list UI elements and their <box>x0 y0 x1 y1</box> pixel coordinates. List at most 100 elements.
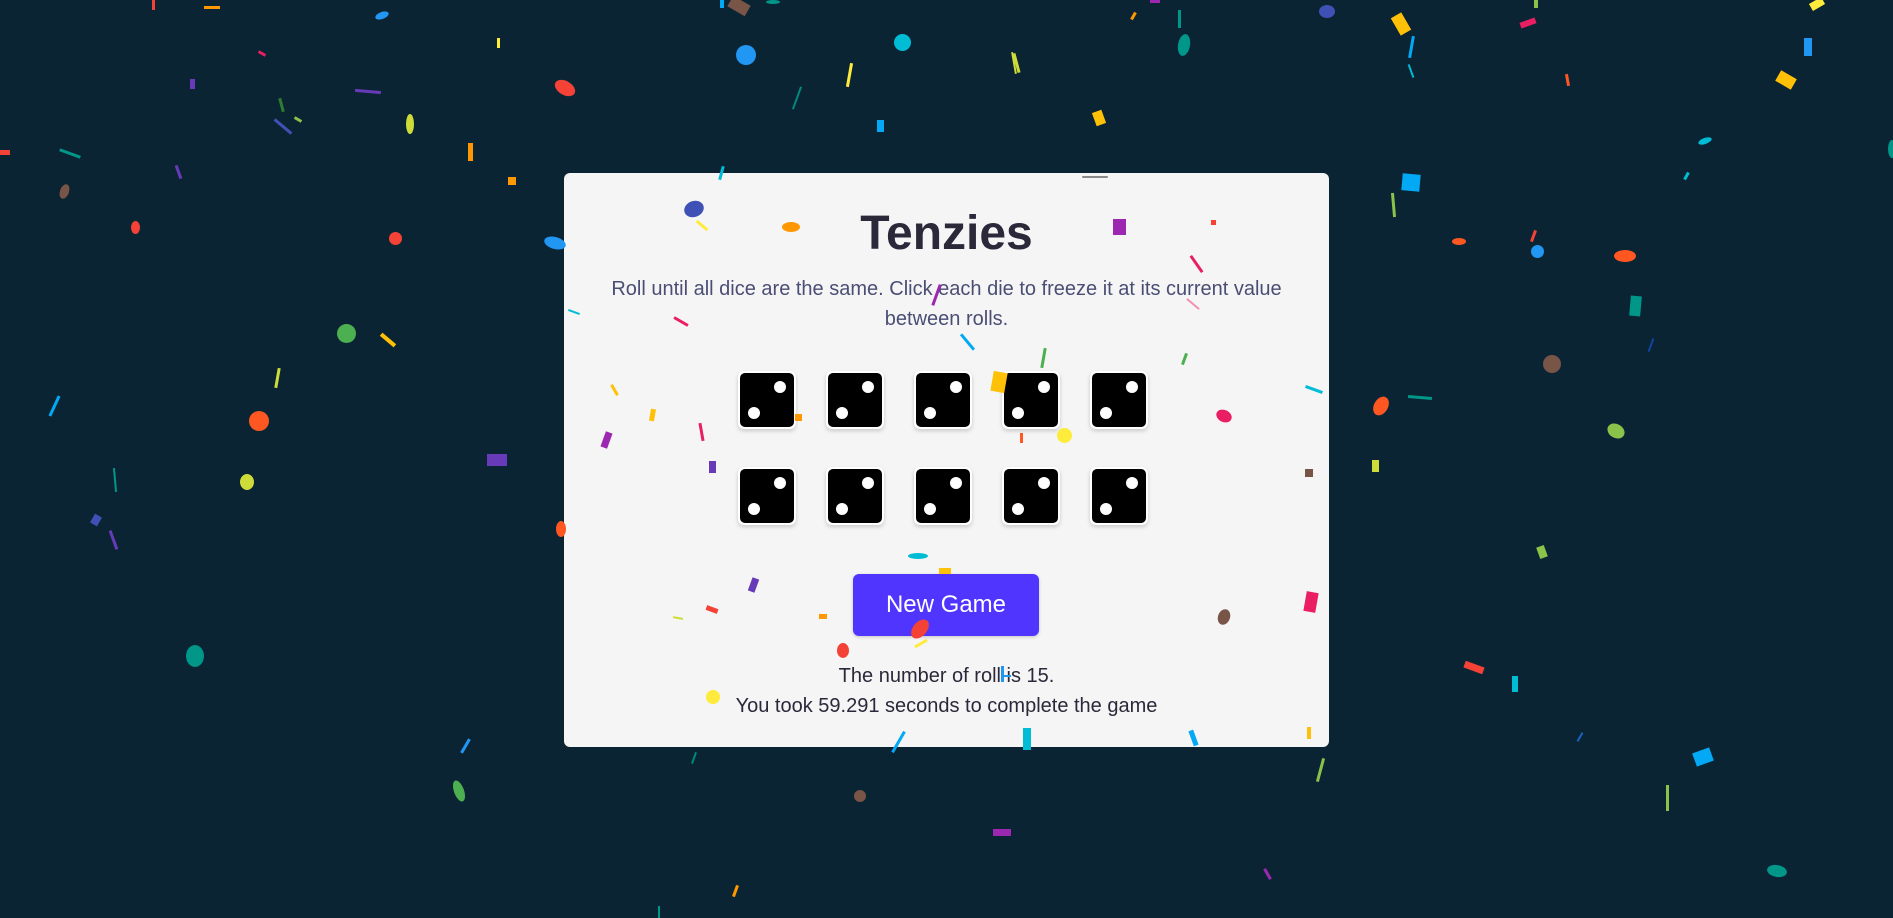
confetti-piece <box>48 395 61 417</box>
confetti-piece <box>57 182 72 201</box>
confetti-piece <box>1692 747 1714 767</box>
confetti-piece <box>727 0 751 17</box>
die-10[interactable] <box>1090 467 1148 525</box>
game-screen: Tenzies Roll until all dice are the same… <box>0 0 1893 918</box>
confetti-piece <box>1401 173 1421 192</box>
confetti-piece <box>1452 238 1466 245</box>
confetti-piece <box>186 645 204 667</box>
confetti-piece <box>374 9 390 22</box>
confetti-piece <box>1543 355 1561 373</box>
die-2[interactable] <box>826 371 884 429</box>
confetti-piece <box>460 738 471 754</box>
confetti-piece <box>691 752 697 764</box>
die-face-two-icon <box>1092 469 1146 523</box>
confetti-piece <box>1666 785 1669 811</box>
die-7[interactable] <box>826 467 884 525</box>
die-face-two-icon <box>1004 469 1058 523</box>
die-face-two-icon <box>916 469 970 523</box>
confetti-piece <box>1804 38 1812 56</box>
confetti-piece <box>720 0 724 8</box>
confetti-piece <box>854 790 866 802</box>
confetti-piece <box>1614 250 1636 262</box>
instructions-text: Roll until all dice are the same. Click … <box>611 278 1282 330</box>
confetti-piece <box>1888 140 1893 158</box>
die-5[interactable] <box>1090 371 1148 429</box>
die-9[interactable] <box>1002 467 1060 525</box>
die-3[interactable] <box>914 371 972 429</box>
confetti-piece <box>508 177 516 185</box>
confetti-piece <box>379 332 397 348</box>
confetti-piece <box>1576 732 1584 742</box>
confetti-piece <box>1683 171 1690 181</box>
die-1[interactable] <box>738 371 796 429</box>
confetti-piece <box>190 79 195 89</box>
confetti-piece <box>90 513 102 527</box>
die-face-two-icon <box>1092 373 1146 427</box>
confetti-piece <box>497 38 500 48</box>
confetti-piece <box>1091 109 1107 127</box>
elapsed-time-text: You took 59.291 seconds to complete the … <box>735 695 1158 717</box>
confetti-piece <box>845 62 854 88</box>
confetti-piece <box>1369 393 1393 419</box>
die-8[interactable] <box>914 467 972 525</box>
die-face-two-icon <box>740 469 794 523</box>
confetti-piece <box>450 778 468 804</box>
confetti-piece <box>1263 868 1272 880</box>
confetti-piece <box>0 150 10 155</box>
confetti-piece <box>732 884 739 898</box>
confetti-piece <box>1319 5 1335 18</box>
confetti-piece <box>274 367 281 389</box>
confetti-piece <box>877 120 884 132</box>
die-face-two-icon <box>1004 373 1058 427</box>
confetti-piece <box>152 0 155 10</box>
confetti-piece <box>1530 229 1537 243</box>
die-face-two-icon <box>740 373 794 427</box>
confetti-piece <box>551 76 579 100</box>
confetti-piece <box>389 232 402 245</box>
confetti-piece <box>1315 758 1326 782</box>
die-face-two-icon <box>828 469 882 523</box>
confetti-piece <box>1604 420 1628 442</box>
roll-count-text: The number of roll is 15. <box>838 665 1055 687</box>
confetti-piece <box>1629 295 1642 317</box>
confetti-piece <box>1011 51 1017 75</box>
confetti-piece <box>1372 460 1379 472</box>
new-game-button[interactable]: New Game <box>853 574 1039 636</box>
confetti-piece <box>240 474 254 490</box>
die-6[interactable] <box>738 467 796 525</box>
confetti-piece <box>1536 544 1548 560</box>
confetti-piece <box>487 454 507 466</box>
confetti-piece <box>894 34 911 51</box>
confetti-piece <box>1697 135 1713 147</box>
confetti-piece <box>204 6 220 9</box>
confetti-piece <box>1512 676 1518 692</box>
confetti-piece <box>1534 0 1538 8</box>
confetti-piece <box>337 324 356 343</box>
confetti-piece <box>1519 17 1537 29</box>
confetti-piece <box>1012 52 1021 74</box>
card-handle <box>1082 176 1108 178</box>
confetti-piece <box>1407 64 1415 78</box>
confetti-piece <box>112 467 118 493</box>
die-face-two-icon <box>916 373 970 427</box>
confetti-piece <box>174 164 183 180</box>
confetti-piece <box>1407 394 1433 401</box>
confetti-piece <box>108 530 119 550</box>
confetti-piece <box>249 411 269 431</box>
confetti-piece <box>1808 0 1826 11</box>
confetti-piece <box>1130 11 1137 21</box>
die-4[interactable] <box>1002 371 1060 429</box>
confetti-piece <box>1150 0 1160 3</box>
confetti-piece <box>658 906 660 918</box>
results-panel: The number of roll is 15. You took 59.29… <box>564 661 1329 721</box>
confetti-piece <box>278 97 285 113</box>
confetti-piece <box>1176 33 1192 57</box>
confetti-piece <box>1390 192 1397 218</box>
confetti-piece <box>1390 12 1412 36</box>
confetti-piece <box>1531 245 1544 258</box>
confetti-piece <box>131 221 140 234</box>
confetti-piece <box>993 829 1011 836</box>
confetti-piece <box>1463 660 1485 675</box>
die-face-two-icon <box>828 373 882 427</box>
confetti-piece <box>293 116 303 123</box>
